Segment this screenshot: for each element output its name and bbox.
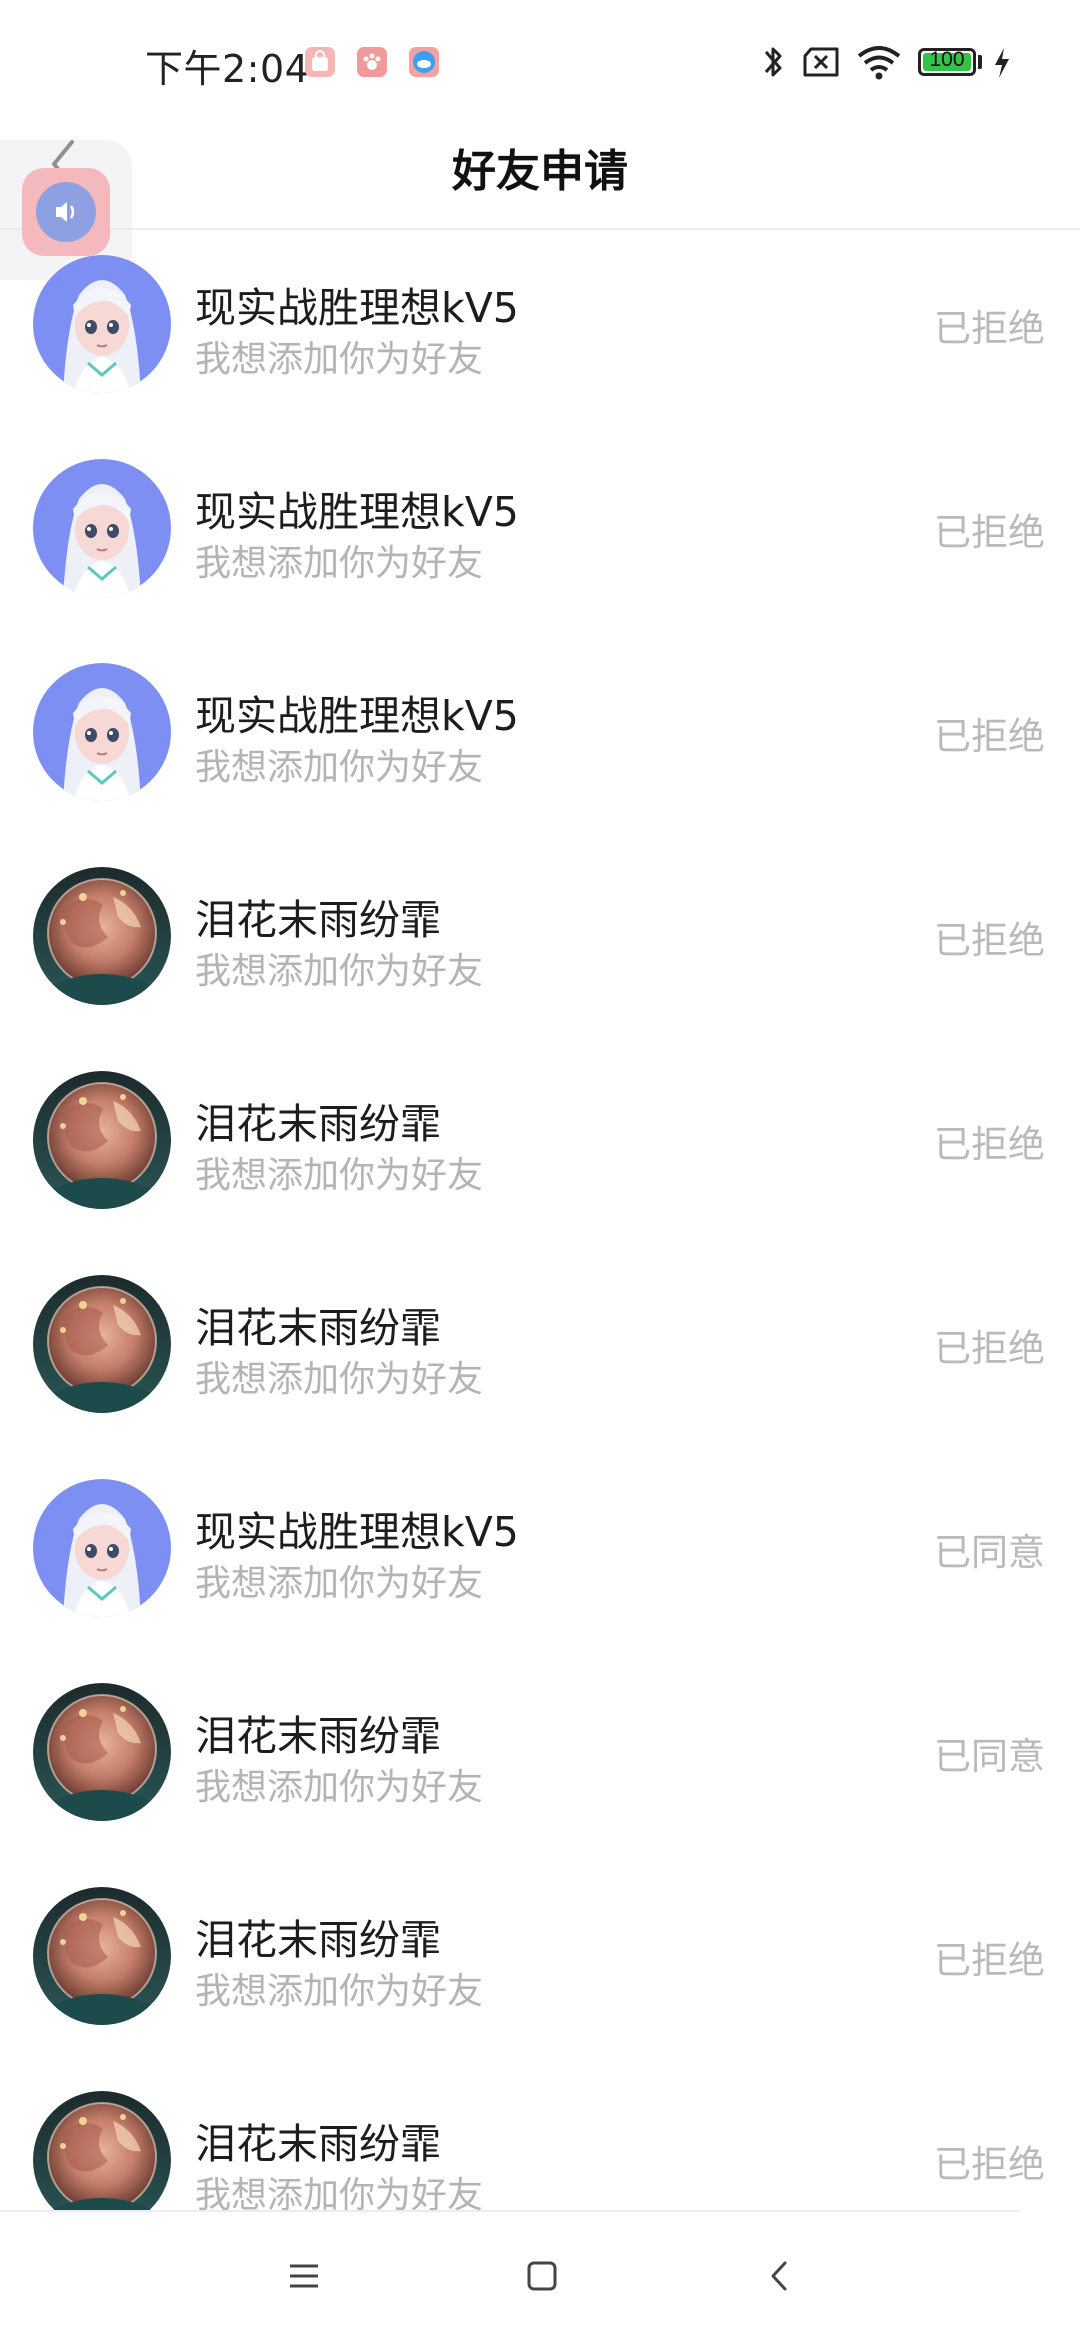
- request-status: 已拒绝: [934, 307, 1045, 350]
- request-message: 我想添加你为好友: [195, 747, 484, 788]
- status-time: 下午2:04: [145, 47, 310, 91]
- anime-girl-avatar[interactable]: [33, 1479, 171, 1617]
- requester-name: 泪花末雨纷霏: [195, 2120, 441, 2168]
- request-status: 已拒绝: [934, 715, 1045, 758]
- request-status: 已同意: [934, 1735, 1045, 1778]
- request-message: 我想添加你为好友: [195, 2175, 484, 2210]
- requester-name: 泪花末雨纷霏: [195, 1712, 441, 1760]
- request-message: 我想添加你为好友: [195, 1971, 484, 2012]
- battery-icon: 100: [918, 48, 976, 76]
- requester-name: 现实战胜理想kV5: [195, 692, 519, 740]
- sim-off-icon: [801, 46, 841, 82]
- anime-girl-avatar[interactable]: [33, 663, 171, 801]
- friend-request-row[interactable]: 泪花末雨纷霏我想添加你为好友 已拒绝: [0, 1252, 1080, 1456]
- friend-request-row[interactable]: 现实战胜理想kV5 我想添加你为好友 已拒绝: [0, 436, 1080, 640]
- battery-tip: [978, 55, 982, 69]
- header: 好友申请: [0, 100, 1080, 230]
- request-status: 已拒绝: [934, 919, 1045, 962]
- planet-avatar[interactable]: [33, 1683, 171, 1821]
- charging-icon: [992, 46, 1012, 84]
- page-title: 好友申请: [452, 146, 628, 197]
- requester-name: 泪花末雨纷霏: [195, 1916, 441, 1964]
- friend-request-row[interactable]: 现实战胜理想kV5 我想添加你为好友 已拒绝: [0, 640, 1080, 844]
- friend-request-row[interactable]: 现实战胜理想kV5 我想添加你为好友 已同意: [0, 1456, 1080, 1660]
- friend-request-row[interactable]: 现实战胜理想kV5 我想添加你为好友 已拒绝: [0, 232, 1080, 436]
- request-message: 我想添加你为好友: [195, 543, 484, 584]
- navigation-bar: [0, 2212, 1080, 2340]
- friend-request-row[interactable]: 泪花末雨纷霏我想添加你为好友 已拒绝: [0, 1864, 1080, 2068]
- friend-request-row[interactable]: 泪花末雨纷霏我想添加你为好友 已拒绝: [0, 1048, 1080, 1252]
- home-square-icon[interactable]: [518, 2252, 566, 2300]
- planet-avatar[interactable]: [33, 1887, 171, 2025]
- request-message: 我想添加你为好友: [195, 1767, 484, 1808]
- wifi-icon: [856, 44, 902, 84]
- planet-avatar[interactable]: [33, 1071, 171, 1209]
- requester-name: 泪花末雨纷霏: [195, 896, 441, 944]
- friend-request-row[interactable]: 泪花末雨纷霏我想添加你为好友 已同意: [0, 1660, 1080, 1864]
- request-status: 已拒绝: [934, 1123, 1045, 1166]
- requester-name: 泪花末雨纷霏: [195, 1304, 441, 1352]
- request-message: 我想添加你为好友: [195, 1563, 484, 1604]
- request-message: 我想添加你为好友: [195, 1155, 484, 1196]
- anime-girl-avatar[interactable]: [33, 459, 171, 597]
- request-status: 已同意: [934, 1531, 1045, 1574]
- request-message: 我想添加你为好友: [195, 951, 484, 992]
- planet-avatar[interactable]: [33, 1275, 171, 1413]
- request-message: 我想添加你为好友: [195, 339, 484, 380]
- cloud-notification-icon: [409, 47, 439, 77]
- requester-name: 泪花末雨纷霏: [195, 1100, 441, 1148]
- battery-level: 100: [929, 48, 965, 71]
- paw-notification-icon: [357, 47, 387, 77]
- request-message: 我想添加你为好友: [195, 1359, 484, 1400]
- back-chevron-icon[interactable]: [756, 2252, 804, 2300]
- shopping-bag-notification-icon: [305, 47, 335, 77]
- anime-girl-avatar[interactable]: [33, 255, 171, 393]
- request-status: 已拒绝: [934, 2143, 1045, 2186]
- request-status: 已拒绝: [934, 1327, 1045, 1370]
- request-status: 已拒绝: [934, 511, 1045, 554]
- requester-name: 现实战胜理想kV5: [195, 284, 519, 332]
- menu-icon[interactable]: [280, 2252, 328, 2300]
- friend-request-row[interactable]: 泪花末雨纷霏我想添加你为好友 已拒绝: [0, 844, 1080, 1048]
- planet-avatar[interactable]: [33, 867, 171, 1005]
- friend-request-list: 现实战胜理想kV5 我想添加你为好友 已拒绝 现实战胜理想kV5 我想添加你为好友 已拒绝…: [0, 232, 1080, 2210]
- requester-name: 现实战胜理想kV5: [195, 1508, 519, 1556]
- request-status: 已拒绝: [934, 1939, 1045, 1982]
- bluetooth-icon: [760, 42, 786, 86]
- friend-request-row[interactable]: 泪花末雨纷霏我想添加你为好友 已拒绝: [0, 2068, 1080, 2210]
- planet-avatar[interactable]: [33, 2091, 171, 2210]
- requester-name: 现实战胜理想kV5: [195, 488, 519, 536]
